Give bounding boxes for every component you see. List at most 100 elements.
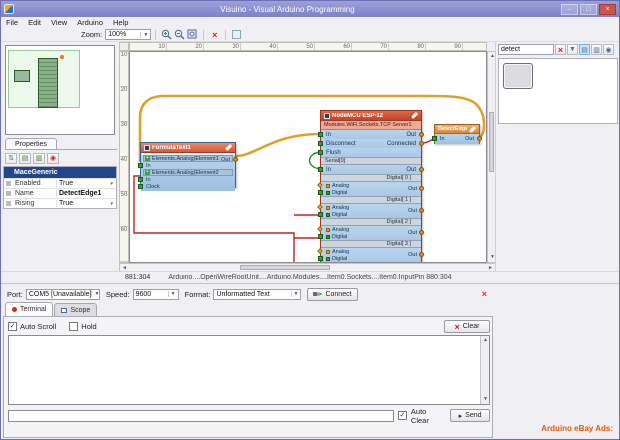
input-pin[interactable] [318, 150, 323, 155]
view-categories-icon[interactable]: ▤ [579, 44, 590, 55]
format-combobox[interactable]: Unformatted Text ▼ [213, 289, 301, 300]
design-canvas[interactable]: FormulaText1 Out + Elements.Analog(Eleme… [129, 51, 487, 263]
send-text-input[interactable] [8, 410, 394, 422]
zoom-label: Zoom: [81, 30, 102, 39]
auto-scroll-checkbox[interactable]: ✓ [8, 322, 17, 331]
maximize-button[interactable]: □ [580, 4, 597, 15]
send-button[interactable]: ▸ Send [450, 409, 490, 422]
tab-scope[interactable]: Scope [54, 303, 97, 316]
categorized-icon[interactable]: ▤ [19, 153, 31, 164]
close-button[interactable]: × [599, 4, 616, 15]
property-row-name[interactable]: Name DetectEdge1 [4, 188, 116, 198]
properties-grid-header[interactable]: MaceGeneric [4, 167, 116, 178]
block-formulatext1[interactable]: FormulaText1 Out + Elements.Analog(Eleme… [140, 142, 236, 188]
digital-pin[interactable] [318, 212, 323, 217]
pin-row-analog: Analog [321, 226, 395, 233]
block-header[interactable]: NodeMCU ESP-12 [321, 111, 421, 121]
input-pin[interactable] [138, 177, 143, 182]
chevron-down-icon: ▼ [140, 32, 148, 38]
zoom-fit-icon[interactable] [186, 29, 199, 41]
pin-row-disconnect-connected: Disconnect Connected [321, 139, 421, 148]
property-row-rising[interactable]: Rising True▼ [4, 198, 116, 208]
ebay-ads-label: Arduino eBay Ads: [541, 424, 613, 433]
input-pin[interactable] [318, 141, 323, 146]
menu-arduino[interactable]: Arduino [72, 18, 108, 27]
tcp-server-subtitle[interactable]: Modules.WiFi.Sockets.TCP Server1 [321, 121, 421, 130]
formula-element[interactable]: + Elements.Analog(Element2 [143, 169, 233, 176]
auto-clear-checkbox[interactable]: ✓ [398, 411, 407, 420]
menu-view[interactable]: View [46, 18, 72, 27]
input-pin[interactable] [318, 167, 323, 172]
output-pin[interactable] [419, 208, 424, 213]
block-header[interactable]: FormulaText1 [141, 143, 235, 153]
connect-button[interactable]: Connect [307, 288, 357, 301]
terminal-scrollbar[interactable]: ▲ ▼ [480, 336, 489, 404]
port-combobox[interactable]: COM5 [Unavailable] ▼ [26, 289, 100, 300]
zoom-combobox[interactable]: 100% ▼ [105, 29, 151, 40]
analog-pin[interactable] [317, 248, 323, 254]
analog-pin[interactable] [317, 226, 323, 232]
scroll-down-icon[interactable]: ▼ [481, 395, 490, 404]
block-detectedge1[interactable]: DetectEdge1 In Out [434, 124, 480, 144]
menu-file[interactable]: File [1, 18, 23, 27]
disconnect-icon[interactable]: × [482, 289, 487, 299]
tab-terminal[interactable]: Terminal [5, 302, 53, 316]
format-label: Format: [185, 290, 211, 299]
alphabetical-icon[interactable]: ▥ [33, 153, 45, 164]
scroll-thumb[interactable] [240, 265, 330, 270]
sort-icon[interactable]: ⇅ [5, 153, 17, 164]
analog-pin[interactable] [317, 182, 323, 188]
help-icon[interactable] [230, 29, 243, 41]
tab-divider [5, 149, 117, 150]
edit-icon[interactable] [225, 144, 232, 151]
menu-help[interactable]: Help [108, 18, 133, 27]
hold-checkbox[interactable] [69, 322, 78, 331]
serial-section-header[interactable]: Serial[0] [321, 157, 421, 165]
app-icon[interactable] [4, 4, 14, 14]
toolbar-separator [225, 30, 226, 40]
formula-element[interactable]: + Elements.Analog(Element1 [143, 155, 233, 162]
input-pin[interactable] [432, 136, 437, 141]
property-row-enabled[interactable]: Enabled True▼ [4, 178, 116, 188]
output-pin[interactable] [419, 141, 424, 146]
horizontal-ruler: 102030405060708090 [129, 42, 487, 51]
output-pin[interactable] [419, 230, 424, 235]
block-nodemcu-esp12[interactable]: NodeMCU ESP-12 Modules.WiFi.Sockets.TCP … [320, 110, 422, 263]
edit-icon[interactable] [469, 126, 476, 133]
output-pin[interactable] [419, 132, 424, 137]
input-pin[interactable] [318, 132, 323, 137]
analog-pin[interactable] [317, 204, 323, 210]
panel-pin-icon[interactable]: ◉ [603, 44, 614, 55]
zoom-in-icon[interactable] [160, 29, 173, 41]
speed-combobox[interactable]: 9600 ▼ [133, 289, 179, 300]
edit-icon[interactable] [411, 112, 418, 119]
clear-search-icon[interactable]: × [555, 44, 566, 55]
minimap-node [60, 55, 64, 59]
clear-button[interactable]: × Clear [444, 320, 490, 333]
view-list-icon[interactable]: ▥ [591, 44, 602, 55]
output-pin[interactable] [419, 252, 424, 257]
design-overview-minimap[interactable] [5, 45, 115, 135]
digital-pin[interactable] [318, 234, 323, 239]
output-pin[interactable] [419, 167, 424, 172]
component-item-detectedge[interactable] [503, 63, 533, 89]
scroll-thumb[interactable] [489, 112, 494, 172]
zoom-out-icon[interactable] [173, 29, 186, 41]
scroll-up-icon[interactable]: ▲ [481, 336, 490, 345]
menu-edit[interactable]: Edit [23, 18, 46, 27]
block-header[interactable]: DetectEdge1 [435, 125, 479, 134]
digital-pin[interactable] [318, 256, 323, 261]
delete-icon[interactable]: × [208, 29, 221, 41]
terminal-output[interactable]: ▲ ▼ [8, 335, 490, 405]
output-pin[interactable] [233, 157, 238, 162]
output-pin[interactable] [419, 186, 424, 191]
minimize-button[interactable]: – [561, 4, 578, 15]
digital-pin[interactable] [318, 190, 323, 195]
filter-icon[interactable]: ▼ [567, 44, 578, 55]
clock-pin[interactable] [138, 184, 143, 189]
chevron-down-icon: ▼ [168, 291, 176, 297]
component-search-input[interactable] [498, 44, 554, 55]
input-pin[interactable] [138, 163, 143, 168]
output-pin[interactable] [477, 136, 482, 141]
pin-icon[interactable]: ◉ [47, 153, 59, 164]
